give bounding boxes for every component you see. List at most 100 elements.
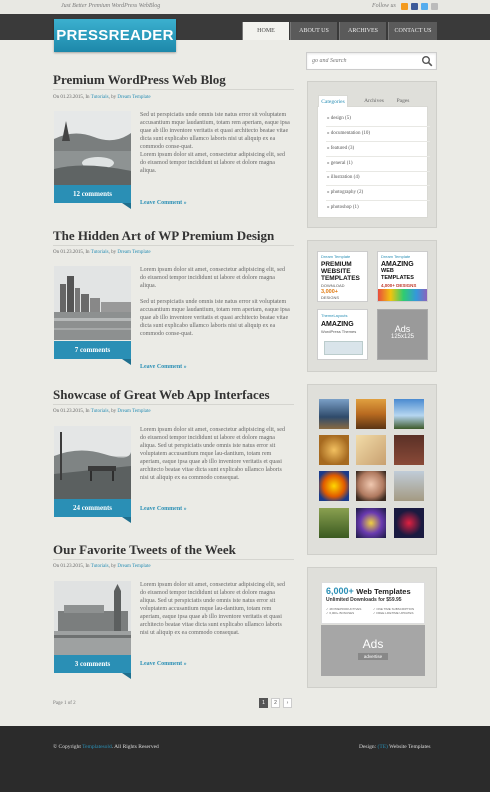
- leave-comment-link[interactable]: Leave Comment »: [140, 506, 187, 512]
- post-title[interactable]: Premium WordPress Web Blog: [53, 72, 226, 88]
- rss-icon[interactable]: [401, 3, 408, 10]
- comment-count-badge[interactable]: 24 comments: [54, 499, 131, 517]
- post-date: On 01.23.2015, In: [53, 95, 90, 100]
- category-item[interactable]: » illustration (4): [327, 175, 360, 180]
- tab-archives[interactable]: Archives: [360, 95, 388, 107]
- tab-pages[interactable]: Pages: [391, 95, 415, 107]
- author-link[interactable]: Dream Template: [117, 250, 150, 255]
- ad-amazing-templates[interactable]: Dream Template AMAZING WEB TEMPLATES 4,0…: [377, 251, 428, 302]
- category-item[interactable]: » general (1): [327, 161, 353, 166]
- nav-home[interactable]: HOME: [242, 22, 289, 40]
- advertise-link[interactable]: advertise: [357, 653, 389, 660]
- gallery-thumbnail[interactable]: [356, 471, 386, 501]
- gallery-thumbnail[interactable]: [394, 508, 424, 538]
- banner-ads-label: Ads: [362, 637, 384, 651]
- copyright-suffix: . All Rights Reserved: [111, 744, 159, 750]
- ad-placeholder[interactable]: Ads 125x125: [377, 309, 428, 360]
- category-link[interactable]: Tutorials: [91, 564, 109, 569]
- ad-line: AMAZING: [321, 321, 354, 328]
- leave-comment-link[interactable]: Leave Comment »: [140, 364, 187, 370]
- post-excerpt: Sed ut perspiciatis unde omnis iste natu…: [140, 111, 290, 183]
- ad-premium-templates[interactable]: Dream Template PREMIUM WEBSITE TEMPLATES…: [317, 251, 368, 302]
- search-input[interactable]: [307, 53, 412, 69]
- gallery-thumbnail[interactable]: [319, 435, 349, 465]
- email-icon[interactable]: [431, 3, 438, 10]
- banner-ad[interactable]: 6,000+ Web Templates Unlimited Downloads…: [321, 582, 425, 624]
- nav-archives[interactable]: ARCHIVES: [339, 22, 386, 40]
- category-item[interactable]: » design (5): [327, 116, 351, 121]
- ad-line: WEB TEMPLATES: [381, 268, 414, 281]
- post-thumbnail[interactable]: [54, 581, 131, 655]
- facebook-icon[interactable]: [411, 3, 418, 10]
- post-thumbnail[interactable]: [54, 426, 131, 500]
- post-title[interactable]: Our Favorite Tweets of the Week: [53, 542, 236, 558]
- category-link[interactable]: Tutorials: [91, 409, 109, 414]
- page-link[interactable]: 2: [271, 698, 280, 708]
- excerpt-paragraph: Lorem ipsum dolor sit amet, consectetur …: [140, 267, 285, 289]
- gallery-thumbnail[interactable]: [356, 508, 386, 538]
- gallery-thumbnail[interactable]: [394, 471, 424, 501]
- author-link[interactable]: Dream Template: [117, 564, 150, 569]
- category-item[interactable]: » featured (3): [327, 146, 354, 151]
- leave-comment-link[interactable]: Leave Comment »: [140, 661, 187, 667]
- ad-artwork: [324, 341, 363, 355]
- ad-line: WEBSITE: [321, 268, 351, 275]
- category-link[interactable]: Tutorials: [91, 95, 109, 100]
- photo-gallery-widget: [307, 384, 437, 555]
- ad-sub: WordPress Themes: [321, 329, 357, 334]
- banner-subheadline: Unlimited Downloads for $59.95: [326, 597, 402, 603]
- footer: [0, 726, 490, 792]
- author-link[interactable]: Dream Template: [117, 409, 150, 414]
- ad-line: PREMIUM: [321, 261, 352, 268]
- page-link-current[interactable]: 1: [259, 698, 268, 708]
- banner-headline-text: Web Templates: [356, 587, 411, 596]
- gallery-thumbnail[interactable]: [356, 399, 386, 429]
- post-title[interactable]: Showcase of Great Web App Interfaces: [53, 387, 270, 403]
- category-item[interactable]: » documentation (10): [327, 131, 370, 136]
- post-meta: On 01.23.2015, In Tutorials, by Dream Te…: [53, 95, 151, 100]
- follow-us-label: Follow us: [372, 3, 396, 9]
- nav-about-us[interactable]: ABOUT US: [290, 22, 337, 40]
- next-page-link[interactable]: ›: [283, 698, 292, 708]
- badge-tail: [122, 673, 131, 679]
- ad-line: AMAZING: [381, 261, 414, 268]
- gallery-thumbnail[interactable]: [319, 399, 349, 429]
- meta-by: , by: [108, 564, 117, 569]
- search-icon[interactable]: [421, 55, 433, 67]
- comment-count-badge[interactable]: 12 comments: [54, 185, 131, 203]
- nav-contact-us[interactable]: CONTACT US: [388, 22, 437, 40]
- ad-wordpress-themes[interactable]: ThemeLayouts AMAZING WordPress Themes: [317, 309, 368, 360]
- post-meta: On 01.23.2015, In Tutorials, by Dream Te…: [53, 250, 151, 255]
- banner-ad-placeholder[interactable]: Ads advertise: [321, 625, 425, 676]
- gallery-thumbnail[interactable]: [394, 399, 424, 429]
- design-suffix: Website Templates: [389, 744, 431, 750]
- twitter-icon[interactable]: [421, 3, 428, 10]
- comment-count-badge[interactable]: 3 comments: [54, 655, 131, 673]
- banner-headline-num: 6,000+: [326, 586, 354, 596]
- copyright-link[interactable]: Templatesold: [82, 744, 112, 750]
- ads-widget: Dream Template PREMIUM WEBSITE TEMPLATES…: [307, 240, 437, 372]
- post-date: On 01.23.2015, In: [53, 564, 90, 569]
- gallery-thumbnail[interactable]: [319, 508, 349, 538]
- leave-comment-link[interactable]: Leave Comment »: [140, 200, 187, 206]
- category-list: » design (5) » documentation (10) » feat…: [318, 111, 430, 218]
- post-thumbnail[interactable]: [54, 111, 131, 185]
- category-item[interactable]: » photoshop (1): [327, 205, 359, 210]
- site-logo[interactable]: PRESSREADER: [54, 19, 176, 52]
- ad-line: TEMPLATES: [321, 275, 360, 282]
- post-meta: On 01.23.2015, In Tutorials, by Dream Te…: [53, 564, 151, 569]
- post-thumbnail[interactable]: [54, 266, 131, 340]
- design-link[interactable]: (TE): [378, 744, 388, 750]
- gallery-thumbnail[interactable]: [356, 435, 386, 465]
- gallery-thumbnail[interactable]: [319, 471, 349, 501]
- category-link[interactable]: Tutorials: [91, 250, 109, 255]
- ad-brand: Dream Template: [381, 254, 411, 259]
- author-link[interactable]: Dream Template: [117, 95, 150, 100]
- divider: [53, 404, 294, 405]
- tab-categories[interactable]: Categories: [318, 95, 348, 107]
- category-item[interactable]: » photography (2): [327, 190, 363, 195]
- ad-brand: Dream Template: [321, 254, 351, 259]
- post-title[interactable]: The Hidden Art of WP Premium Design: [53, 228, 274, 244]
- comment-count-badge[interactable]: 7 comments: [54, 341, 131, 359]
- gallery-thumbnail[interactable]: [394, 435, 424, 465]
